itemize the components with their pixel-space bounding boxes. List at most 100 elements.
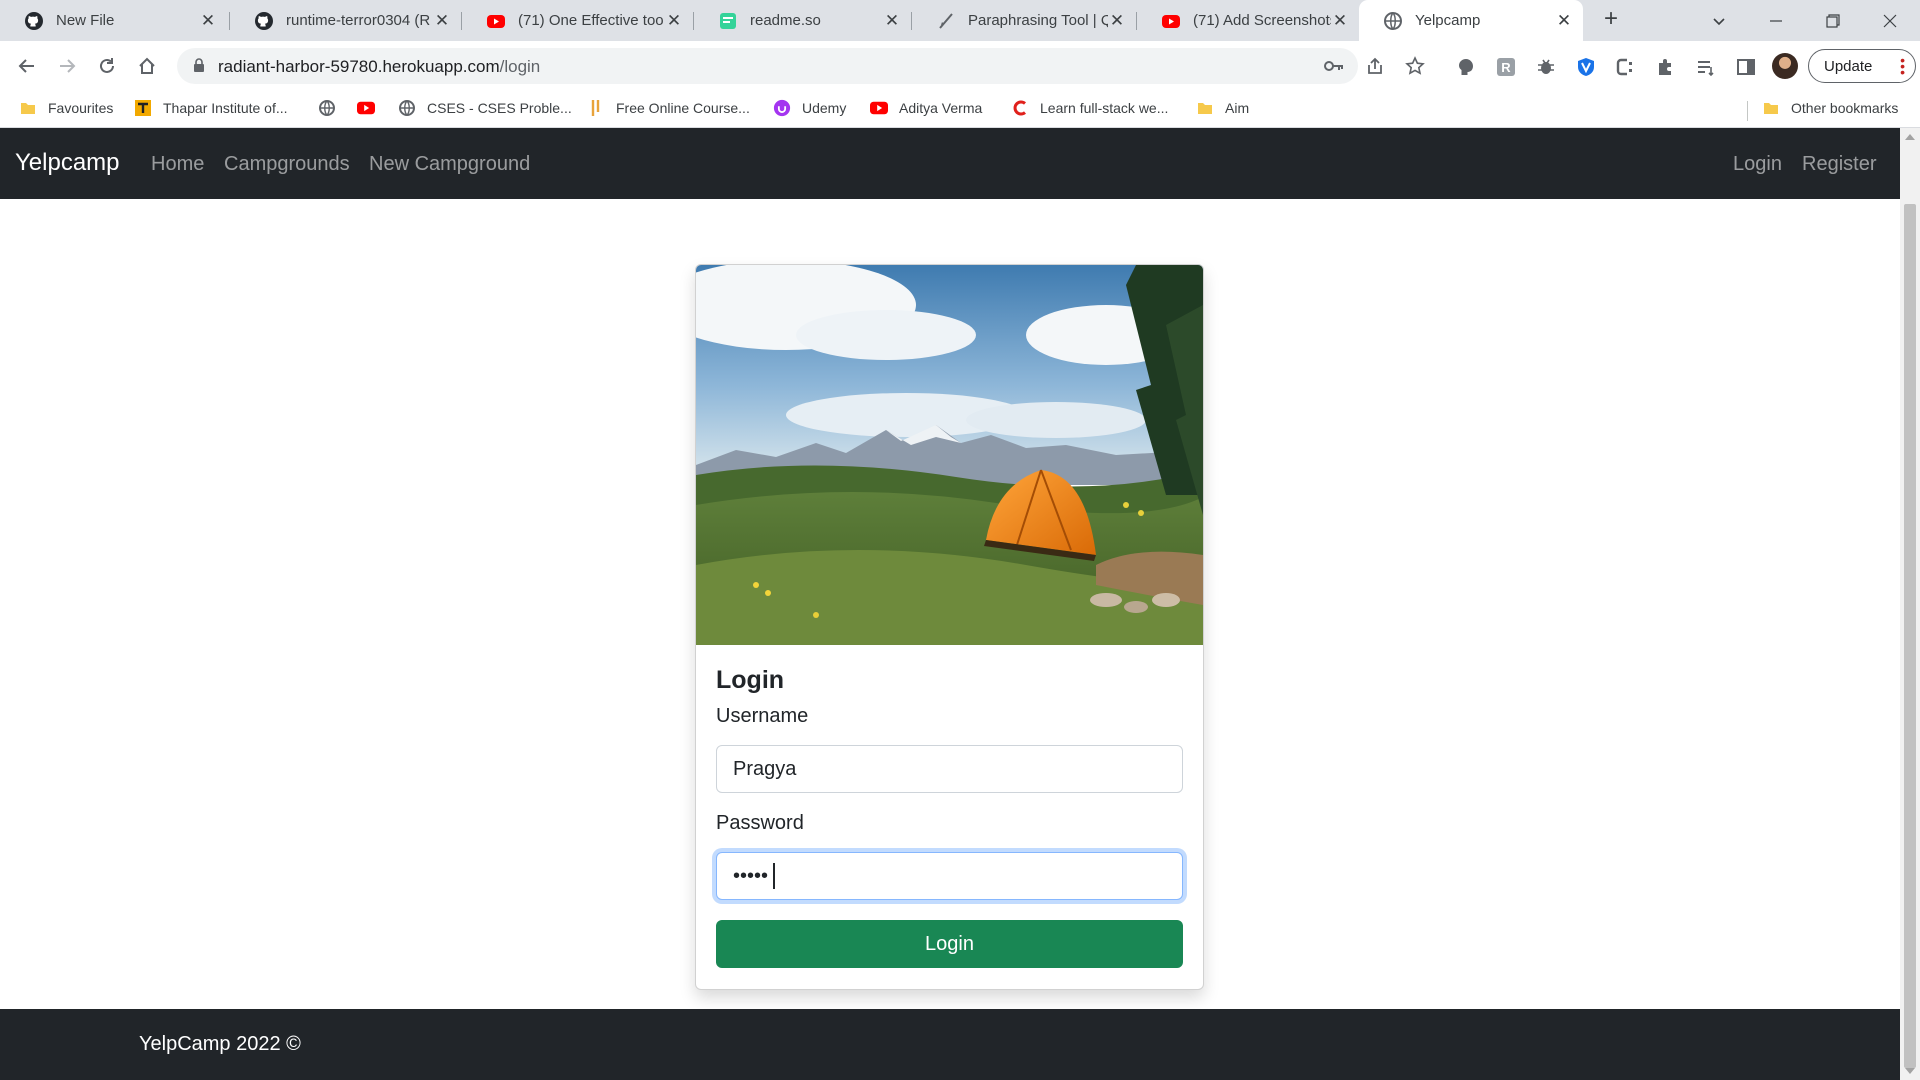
login-submit-button[interactable]: Login	[716, 920, 1183, 968]
bookmark-label: Free Online Course...	[616, 100, 750, 116]
page-viewport: Yelpcamp Home Campgrounds New Campground…	[0, 128, 1900, 1080]
github-icon	[24, 11, 44, 31]
close-icon[interactable]: ✕	[433, 11, 451, 30]
close-icon[interactable]: ✕	[1108, 11, 1126, 30]
youtube-icon	[1161, 11, 1181, 31]
extension-shield-icon[interactable]	[1575, 56, 1597, 78]
key-icon[interactable]	[1324, 56, 1344, 76]
text-caret	[773, 863, 775, 889]
youtube-icon	[870, 99, 888, 117]
bookmark-label: Thapar Institute of...	[163, 100, 288, 116]
udemy-icon	[773, 99, 791, 117]
forward-icon[interactable]	[51, 50, 83, 82]
extension-code-icon[interactable]	[1615, 56, 1637, 78]
folder-icon	[1762, 99, 1780, 117]
nav-new-campground[interactable]: New Campground	[369, 153, 530, 176]
bookmark-label: Aim	[1225, 100, 1250, 116]
window-close-icon[interactable]	[1866, 0, 1914, 41]
browser-tab[interactable]: New File ✕	[0, 0, 227, 41]
brand-link[interactable]: Yelpcamp	[15, 149, 120, 177]
scroll-up-icon[interactable]	[1905, 134, 1915, 140]
share-icon[interactable]	[1365, 56, 1385, 76]
login-card: Login Username Password Login	[695, 264, 1204, 990]
browser-tab[interactable]: (71) One Effective too ✕	[462, 0, 693, 41]
tab-title: Paraphrasing Tool | Q	[968, 12, 1108, 29]
browser-tab[interactable]: (71) Add Screenshots ✕	[1137, 0, 1359, 41]
other-bookmarks[interactable]: Other bookmarks	[1762, 99, 1898, 117]
url-path: /login	[499, 57, 541, 76]
other-bookmarks-label: Other bookmarks	[1791, 100, 1899, 116]
restore-icon[interactable]	[1809, 0, 1857, 41]
address-bar[interactable]: radiant-harbor-59780.herokuapp.com/login	[177, 48, 1358, 84]
back-icon[interactable]	[11, 50, 43, 82]
campsite-image	[696, 265, 1203, 645]
reading-list-icon[interactable]	[1695, 56, 1717, 78]
bookmark-learn-fullstack[interactable]: Learn full-stack we...	[1011, 99, 1168, 117]
nav-register[interactable]: Register	[1802, 153, 1876, 176]
bookmark-thapar[interactable]: Thapar Institute of...	[134, 99, 288, 117]
more-menu-icon[interactable]: • • •	[1900, 53, 1905, 79]
extension-r-icon[interactable]: R	[1495, 56, 1517, 78]
minimize-icon[interactable]	[1752, 0, 1800, 41]
bookmark-aim[interactable]: Aim	[1196, 99, 1249, 117]
svg-text:R: R	[1501, 60, 1511, 75]
bookmark-star-icon[interactable]	[1405, 56, 1425, 76]
nav-campgrounds[interactable]: Campgrounds	[224, 153, 350, 176]
bookmark-aditya-verma[interactable]: Aditya Verma	[870, 99, 982, 117]
youtube-icon	[357, 99, 375, 117]
bookmark-free-course[interactable]: Free Online Course...	[587, 99, 750, 117]
extension-brain-icon[interactable]	[1455, 56, 1477, 78]
close-icon[interactable]: ✕	[883, 11, 901, 30]
username-input[interactable]	[716, 745, 1183, 793]
lock-icon[interactable]	[193, 58, 205, 78]
password-label: Password	[716, 812, 804, 834]
side-panel-icon[interactable]	[1735, 56, 1757, 78]
login-title: Login	[716, 666, 785, 694]
nav-login[interactable]: Login	[1733, 153, 1782, 176]
globe-icon	[1383, 11, 1403, 31]
bookmark-label: Learn full-stack we...	[1040, 100, 1169, 116]
browser-tab[interactable]: runtime-terror0304 (R ✕	[230, 0, 461, 41]
thapar-icon	[134, 99, 152, 117]
bookmark-youtube[interactable]	[357, 99, 386, 117]
home-icon[interactable]	[131, 50, 163, 82]
site-footer: YelpCamp 2022 ©	[0, 1009, 1900, 1080]
browser-tab-strip: New File ✕ runtime-terror0304 (R ✕ (71) …	[0, 0, 1920, 41]
url-text: radiant-harbor-59780.herokuapp.com/login	[218, 57, 540, 77]
scroll-down-icon[interactable]	[1905, 1068, 1915, 1074]
tab-search-chevron-icon[interactable]	[1695, 0, 1743, 41]
bookmarks-bar: Favourites Thapar Institute of... CSES -…	[0, 91, 1920, 128]
extensions-puzzle-icon[interactable]	[1655, 56, 1677, 78]
bookmark-globe[interactable]	[318, 99, 347, 117]
username-label: Username	[716, 705, 809, 727]
browser-toolbar: radiant-harbor-59780.herokuapp.com/login…	[0, 41, 1920, 91]
globe-icon	[318, 99, 336, 117]
close-icon[interactable]: ✕	[1555, 11, 1573, 30]
bookmark-favourites[interactable]: Favourites	[19, 99, 113, 117]
codecademy-icon	[1011, 99, 1029, 117]
folder-icon	[1196, 99, 1214, 117]
bookmark-cses[interactable]: CSES - CSES Proble...	[398, 99, 572, 117]
password-input[interactable]	[716, 852, 1183, 900]
site-navbar: Yelpcamp Home Campgrounds New Campground…	[0, 128, 1900, 199]
page-scrollbar[interactable]	[1900, 128, 1920, 1080]
readme-icon	[718, 11, 738, 31]
url-host: radiant-harbor-59780.herokuapp.com	[218, 57, 500, 76]
close-icon[interactable]: ✕	[199, 11, 217, 30]
close-icon[interactable]: ✕	[665, 11, 683, 30]
extension-bug-icon[interactable]	[1535, 56, 1557, 78]
bookmark-udemy[interactable]: Udemy	[773, 99, 846, 117]
bookmark-label: Udemy	[802, 100, 847, 116]
scrollbar-thumb[interactable]	[1904, 204, 1916, 1068]
course-icon	[587, 99, 605, 117]
update-button[interactable]: Update • • •	[1808, 49, 1916, 83]
close-icon[interactable]: ✕	[1331, 11, 1349, 30]
browser-tab[interactable]: readme.so ✕	[694, 0, 911, 41]
reload-icon[interactable]	[91, 50, 123, 82]
browser-tab-active[interactable]: Yelpcamp ✕	[1359, 0, 1583, 41]
browser-tab[interactable]: Paraphrasing Tool | Q ✕	[912, 0, 1136, 41]
nav-home[interactable]: Home	[151, 153, 204, 176]
profile-avatar[interactable]	[1772, 53, 1798, 79]
youtube-icon	[486, 11, 506, 31]
new-tab-icon[interactable]: +	[1599, 7, 1623, 32]
